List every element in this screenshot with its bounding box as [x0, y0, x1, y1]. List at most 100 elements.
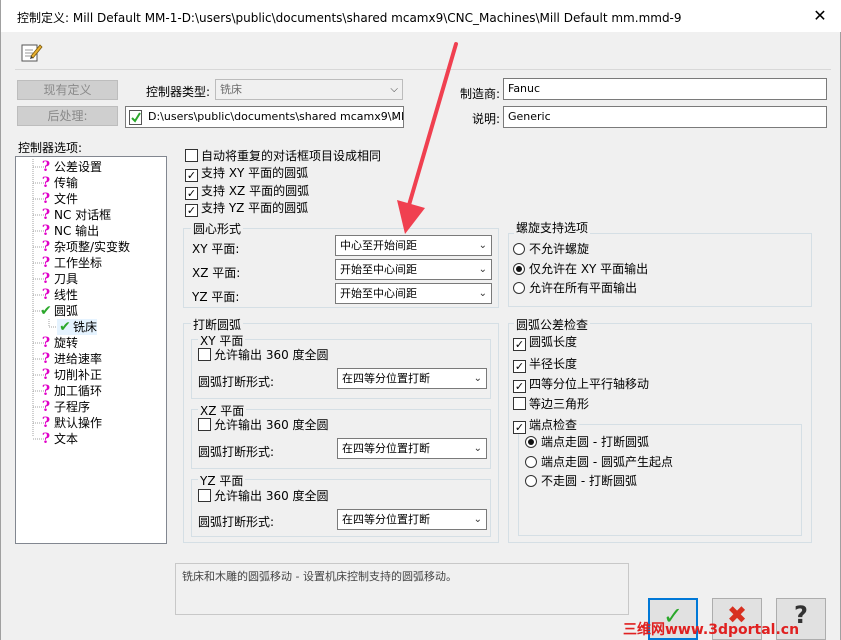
- xy-break-form-select[interactable]: 在四等分位置打断 ⌄: [337, 368, 487, 389]
- support-yz-arc-checkbox[interactable]: ✓ 支持 YZ 平面的圆弧: [185, 201, 308, 217]
- tree-item-files[interactable]: ? 文件: [38, 191, 78, 207]
- xz-allow-full-circle-checkbox[interactable]: 允许输出 360 度全圆: [198, 418, 329, 432]
- tree-item-linear[interactable]: ? 线性: [38, 287, 78, 303]
- question-mark-icon: ?: [41, 271, 51, 287]
- xz-center-form-select[interactable]: 开始至中心间距 ⌄: [335, 259, 492, 280]
- radius-length-checkbox[interactable]: ✓ 半径长度: [513, 357, 577, 373]
- checkbox-box: [513, 397, 526, 410]
- no-circle-break-arc-radio[interactable]: 不走圆 - 打断圆弧: [525, 474, 637, 488]
- tree-item-cutter-comp[interactable]: ? 切削补正: [38, 367, 102, 383]
- endpoint-start-point-radio[interactable]: 端点走圆 - 圆弧产生起点: [525, 455, 673, 469]
- checkbox-label: 支持 XZ 平面的圆弧: [201, 184, 310, 198]
- support-xy-arc-checkbox[interactable]: ✓ 支持 XY 平面的圆弧: [185, 166, 308, 182]
- checkbox-checked: ✓: [185, 204, 198, 217]
- red-annotation-arrow: [397, 42, 458, 234]
- select-value: 开始至中心间距: [340, 287, 417, 300]
- xy-allow-full-circle-checkbox[interactable]: 允许输出 360 度全圆: [198, 348, 329, 362]
- helix-all-planes-radio[interactable]: 允许在所有平面输出: [513, 281, 637, 295]
- tree-item-nc-output[interactable]: ? NC 输出: [38, 223, 99, 239]
- manufacturer-field[interactable]: Fanuc: [503, 78, 827, 100]
- tree-item-label: 加工循环: [54, 384, 103, 398]
- yz-center-form-select[interactable]: 开始至中心间距 ⌄: [335, 283, 492, 304]
- tree-item-label: 文件: [54, 192, 79, 206]
- xy-break-form-label: 圆弧打断形式:: [198, 375, 275, 389]
- radio-button: [525, 456, 537, 468]
- controller-type-select[interactable]: 铣床 ⌵: [215, 79, 403, 100]
- post-processor-button[interactable]: 后处理:: [17, 106, 118, 126]
- checkbox-label: 端点检查: [529, 418, 578, 432]
- tree-item-tools[interactable]: ? 刀具: [38, 271, 78, 287]
- radio-button-selected: [525, 436, 537, 448]
- description-label: 说明:: [472, 112, 501, 126]
- question-mark-icon: ?: [41, 415, 51, 431]
- select-value: 在四等分位置打断: [342, 372, 430, 385]
- arc-tolerance-title: 圆弧公差检查: [514, 316, 591, 333]
- tree-item-label: NC 对话框: [54, 208, 112, 222]
- radio-label: 端点走圆 - 圆弧产生起点: [541, 455, 673, 469]
- equilateral-triangle-checkbox[interactable]: 等边三角形: [513, 397, 589, 411]
- tree-item-label: 工作坐标: [54, 256, 103, 270]
- xy-break-title: XY 平面: [198, 332, 246, 349]
- close-icon[interactable]: ✕: [809, 5, 831, 27]
- tree-item-work-offsets[interactable]: ? 工作坐标: [38, 255, 102, 271]
- radio-button: [513, 243, 525, 255]
- radio-label: 仅允许在 XY 平面输出: [529, 262, 649, 276]
- post-path-value: D:\users\public\documents\shared mcamx9\…: [148, 110, 404, 123]
- tree-item-canned-cycles[interactable]: ? 加工循环: [38, 383, 102, 399]
- checkmark-icon: ✔: [40, 303, 52, 319]
- helix-options-title: 螺旋支持选项: [514, 219, 591, 236]
- radio-label: 允许在所有平面输出: [529, 281, 638, 295]
- arc-length-checkbox[interactable]: ✓ 圆弧长度: [513, 335, 577, 351]
- checkbox-label: 自动将重复的对话框项目设成相同: [201, 149, 382, 163]
- tree-item-misc-variables[interactable]: ? 杂项整/实变数: [38, 239, 130, 255]
- checkmark-icon: ✔: [59, 319, 71, 335]
- question-mark-icon: ?: [41, 191, 51, 207]
- select-value: 在四等分位置打断: [342, 442, 430, 455]
- yz-allow-full-circle-checkbox[interactable]: 允许输出 360 度全圆: [198, 489, 329, 503]
- tree-item-subprograms[interactable]: ? 子程序: [38, 399, 90, 415]
- xz-break-title: XZ 平面: [198, 402, 247, 419]
- checkbox-box: [185, 149, 198, 162]
- radio-button: [525, 475, 537, 487]
- tree-item-nc-dialog[interactable]: ? NC 对话框: [38, 207, 111, 223]
- same-dialog-items-checkbox[interactable]: 自动将重复的对话框项目设成相同: [185, 149, 381, 163]
- helix-xy-only-radio[interactable]: 仅允许在 XY 平面输出: [513, 262, 648, 276]
- description-field[interactable]: Generic: [503, 106, 827, 128]
- yz-break-form-select[interactable]: 在四等分位置打断 ⌄: [337, 509, 487, 530]
- checkbox-label: 四等分位上平行轴移动: [529, 377, 650, 391]
- question-mark-icon: ?: [41, 287, 51, 303]
- xz-break-form-select[interactable]: 在四等分位置打断 ⌄: [337, 438, 487, 459]
- checkbox-checked: ✓: [513, 338, 526, 351]
- tree-item-text[interactable]: ? 文本: [38, 431, 78, 447]
- endpoint-check-checkbox[interactable]: ✓ 端点检查: [513, 418, 580, 434]
- helix-none-radio[interactable]: 不允许螺旋: [513, 242, 589, 256]
- controller-type-value: 铣床: [220, 83, 242, 96]
- support-xz-arc-checkbox[interactable]: ✓ 支持 XZ 平面的圆弧: [185, 184, 309, 200]
- chevron-down-icon: ⌄: [473, 514, 482, 525]
- checkbox-label: 半径长度: [529, 357, 578, 371]
- tree-item-rotary[interactable]: ? 旋转: [38, 335, 78, 351]
- question-mark-icon: ?: [41, 335, 51, 351]
- tree-item-arc[interactable]: ✔ 圆弧: [38, 303, 78, 319]
- yz-plane-label: YZ 平面:: [192, 290, 240, 304]
- select-value: 中心至开始间距: [340, 239, 417, 252]
- tree-item-label: 线性: [54, 288, 79, 302]
- post-path-select[interactable]: D:\users\public\documents\shared mcamx9\…: [125, 106, 404, 128]
- endpoint-break-arc-radio[interactable]: 端点走圆 - 打断圆弧: [525, 435, 649, 449]
- tree-item-feedrate[interactable]: ? 进给速率: [38, 351, 102, 367]
- tree-item-tolerance[interactable]: ? 公差设置: [38, 159, 102, 175]
- tree-item-transfer[interactable]: ? 传输: [38, 175, 78, 191]
- pencil-notepad-icon[interactable]: [19, 40, 43, 64]
- tree-item-default-ops[interactable]: ? 默认操作: [38, 415, 102, 431]
- tree-item-label: 旋转: [54, 336, 79, 350]
- radio-label: 不走圆 - 打断圆弧: [541, 474, 637, 488]
- existing-definition-button[interactable]: 现有定义: [17, 80, 118, 100]
- post-file-icon: [129, 110, 143, 125]
- quadrant-parallel-checkbox[interactable]: ✓ 四等分位上平行轴移动: [513, 377, 649, 393]
- question-mark-icon: ?: [41, 399, 51, 415]
- chevron-down-icon: ⌄: [473, 373, 482, 384]
- checkbox-checked: ✓: [513, 380, 526, 393]
- tree-item-label: 公差设置: [54, 160, 103, 174]
- controller-options-tree[interactable]: ? 公差设置 ? 传输 ? 文件 ? NC 对话框 ? NC 输出 ? 杂项整/实变数 ? 工…: [15, 156, 167, 544]
- tree-item-mill[interactable]: ✔ 铣床: [57, 319, 98, 335]
